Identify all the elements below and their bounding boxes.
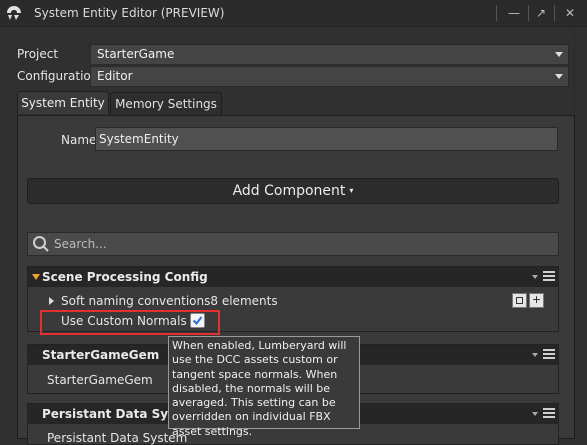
component-menu-arrow-icon[interactable]	[532, 353, 538, 357]
component-title: StarterGameGem	[42, 348, 160, 362]
add-element-button[interactable]: +	[529, 293, 544, 308]
hamburger-menu-icon[interactable]	[543, 408, 555, 420]
add-component-button[interactable]: Add Component ▾	[27, 178, 559, 204]
search-icon	[33, 236, 49, 252]
add-component-label: Add Component	[232, 183, 346, 199]
component-row-text: Persistant Data System	[47, 431, 188, 445]
entity-name-input[interactable]: SystemEntity	[95, 127, 558, 151]
title-separator	[496, 5, 497, 21]
search-input[interactable]: Search...	[27, 232, 559, 256]
configuration-value: Editor	[97, 69, 133, 83]
tooltip: When enabled, Lumberyard will use the DC…	[168, 336, 360, 438]
entity-name-value: SystemEntity	[99, 132, 179, 146]
chevron-down-icon	[555, 74, 563, 79]
hamburger-menu-icon[interactable]	[543, 349, 555, 361]
soft-naming-label: Soft naming conventions8 elements	[61, 294, 278, 308]
highlight-box	[40, 310, 220, 335]
project-value: StarterGame	[97, 47, 175, 61]
window-title: System Entity Editor (PREVIEW)	[34, 6, 225, 20]
title-separator	[528, 5, 529, 21]
title-bar: System Entity Editor (PREVIEW) — ↗ ✕	[0, 0, 587, 27]
component-title: Scene Processing Config	[42, 270, 208, 284]
hamburger-menu-icon[interactable]	[543, 271, 555, 283]
lumberyard-logo-icon	[7, 6, 21, 20]
project-dropdown[interactable]: StarterGame	[90, 44, 569, 65]
tab-system-entity[interactable]: System Entity	[17, 91, 109, 114]
project-label: Project	[17, 47, 59, 61]
collapsed-arrow-icon[interactable]	[49, 297, 54, 305]
close-button[interactable]: ✕	[560, 3, 580, 23]
component-header[interactable]: Scene Processing Config	[28, 267, 558, 287]
configuration-label: Configuration	[17, 69, 99, 83]
chevron-down-icon	[555, 52, 563, 57]
search-placeholder: Search...	[54, 237, 107, 251]
minimize-button[interactable]: —	[504, 3, 524, 23]
caret-down-icon: ▾	[349, 186, 354, 195]
expand-triangle-icon[interactable]	[32, 274, 40, 280]
tab-memory-settings[interactable]: Memory Settings	[110, 92, 222, 115]
clear-container-button[interactable]	[512, 293, 527, 308]
component-menu-arrow-icon[interactable]	[532, 412, 538, 416]
float-window-button[interactable]: ↗	[531, 3, 551, 23]
name-label: Name	[61, 133, 97, 147]
component-row-text: StarterGameGem	[47, 373, 153, 387]
configuration-dropdown[interactable]: Editor	[90, 66, 569, 87]
title-separator	[554, 5, 555, 21]
component-menu-arrow-icon[interactable]	[532, 275, 538, 279]
